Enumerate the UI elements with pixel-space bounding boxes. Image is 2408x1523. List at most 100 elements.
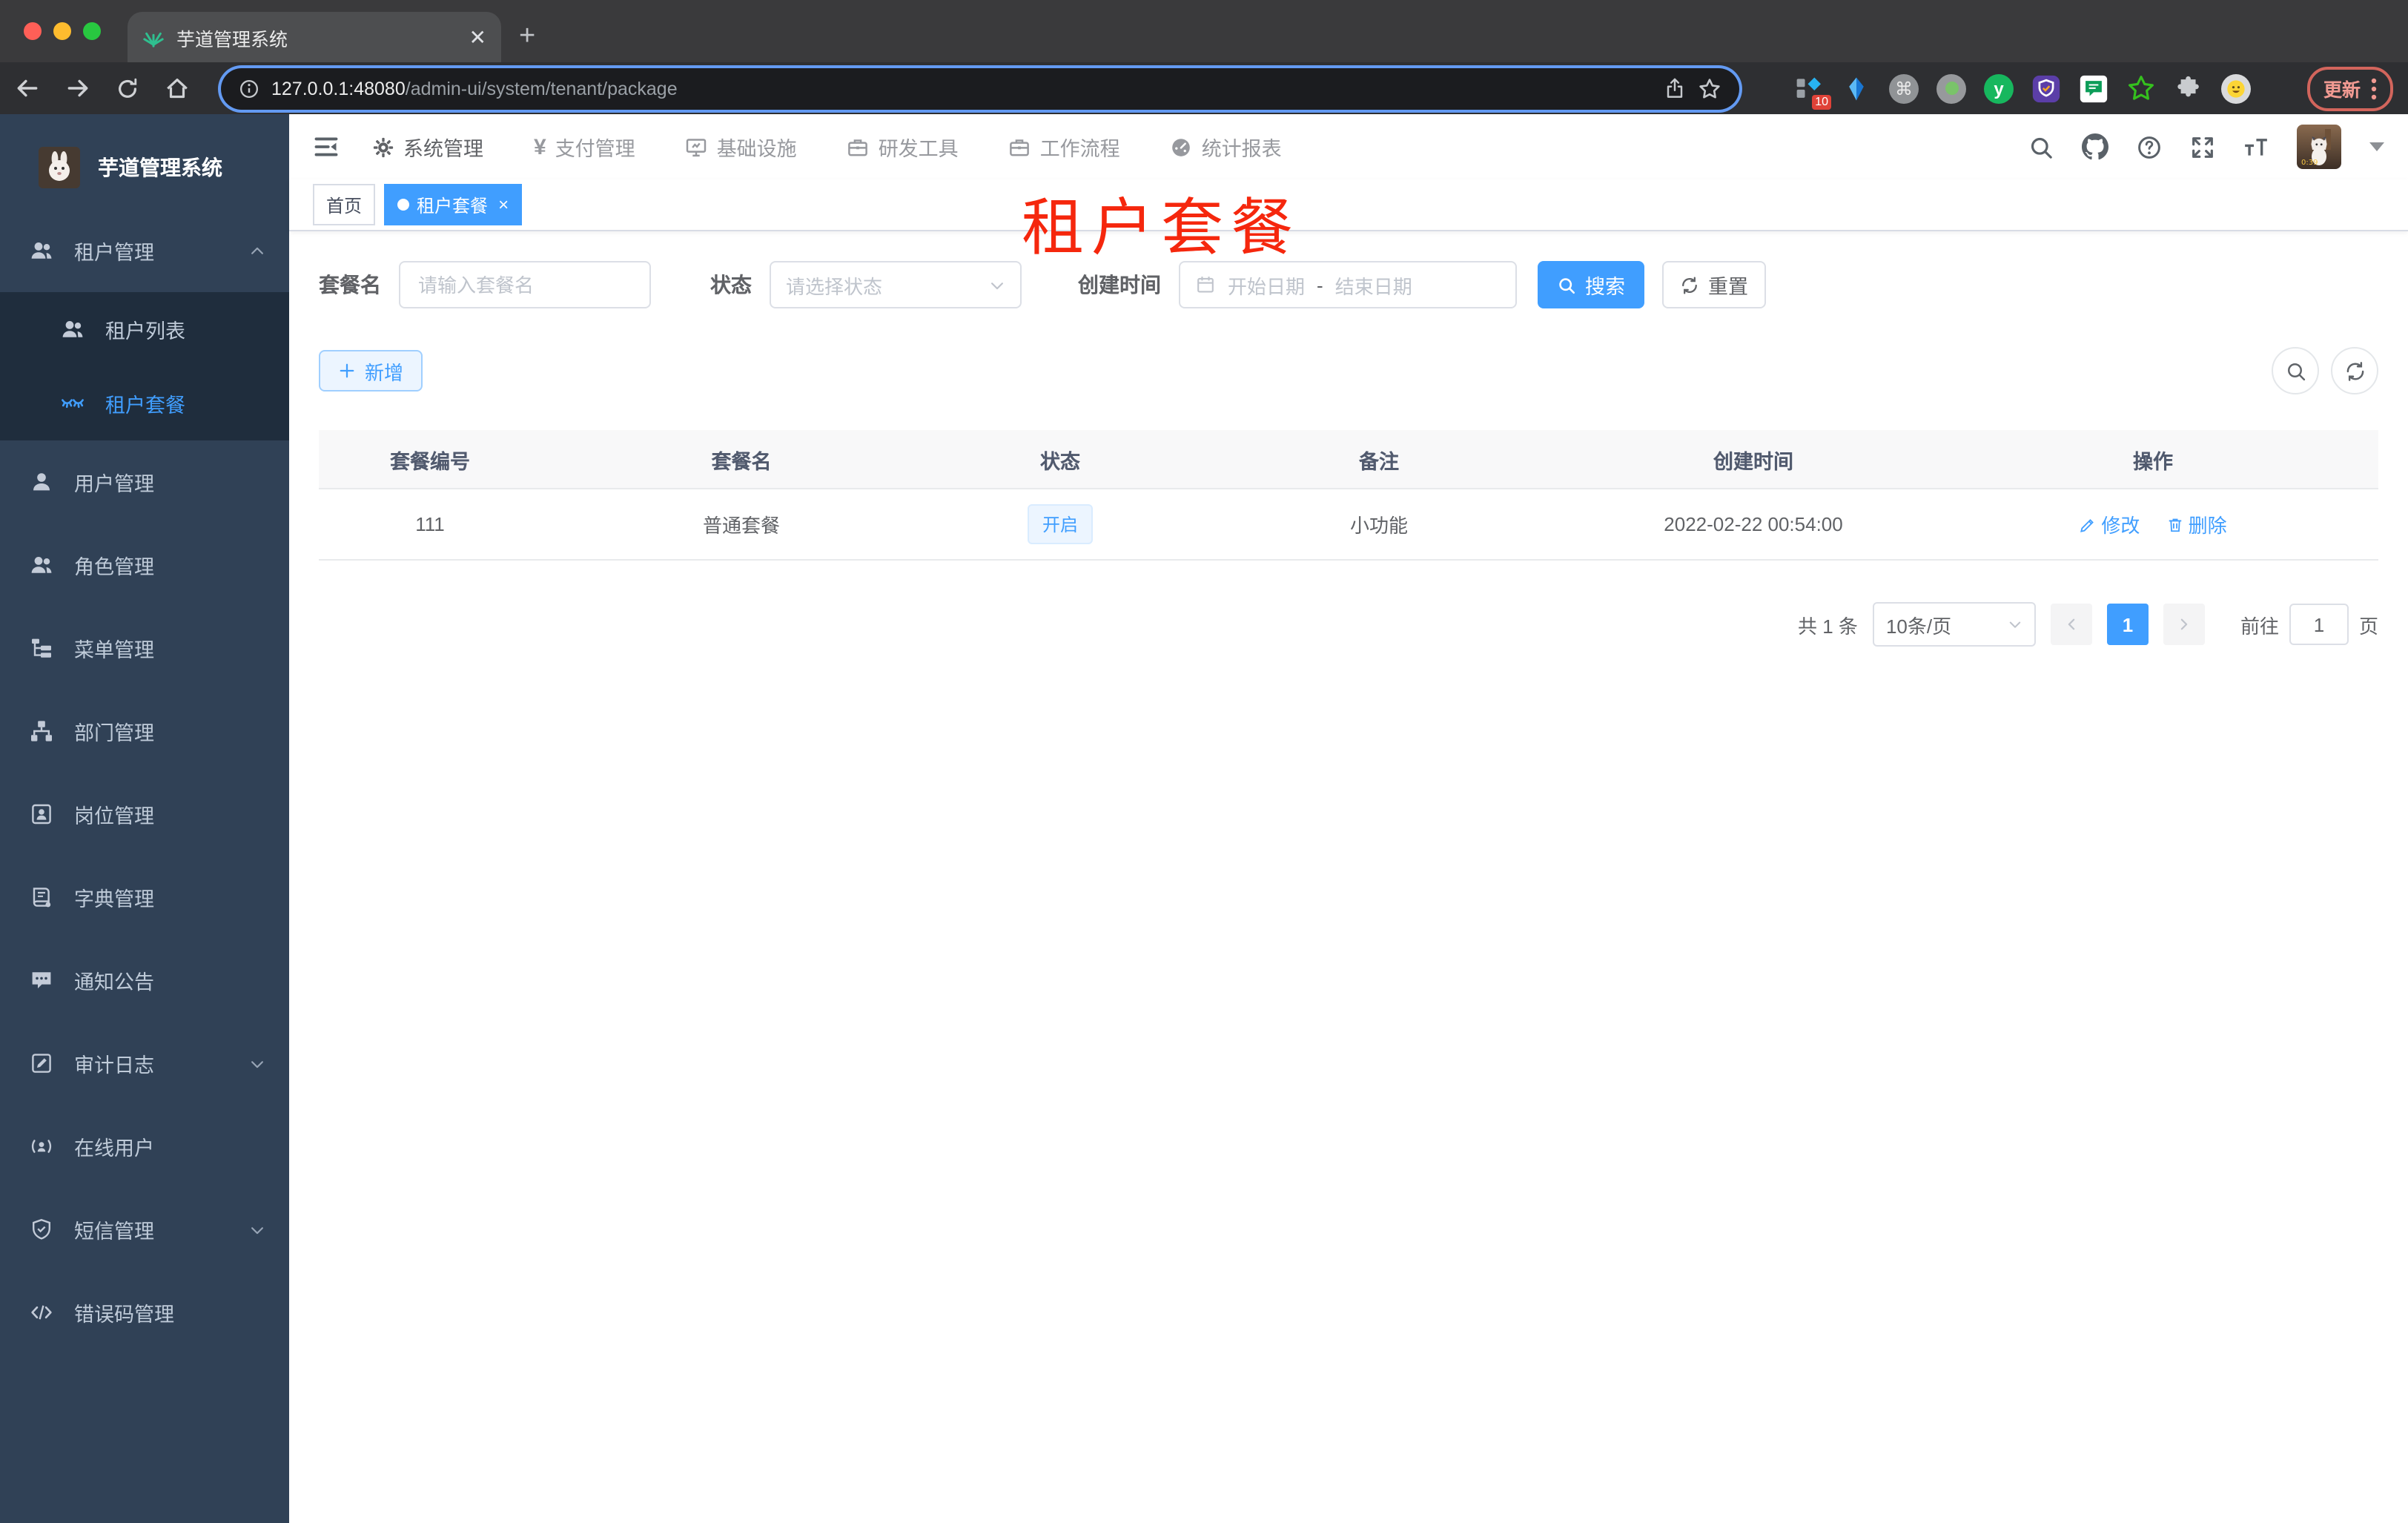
goto-label: 前往 [2240, 615, 2279, 637]
navbar-actions: 0:39 [2028, 125, 2384, 169]
github-icon[interactable] [2082, 133, 2108, 160]
top-menu-system[interactable]: 系统管理 [372, 132, 483, 162]
status-select[interactable]: 请选择状态 [770, 261, 1022, 308]
tag-tenant-package[interactable]: 租户套餐 × [384, 184, 523, 225]
goto-page-input[interactable] [2289, 604, 2349, 645]
tag-home[interactable]: 首页 [313, 184, 376, 225]
new-tab-button[interactable]: + [519, 21, 535, 53]
sidebar-collapse-icon[interactable] [313, 133, 340, 160]
package-name-input[interactable] [399, 261, 651, 308]
top-menu-workflow[interactable]: 工作流程 [1009, 132, 1120, 162]
top-menu-dev-tools[interactable]: 研发工具 [847, 132, 959, 162]
sidebar-item-label: 租户套餐 [105, 394, 185, 417]
sidebar-item-department-management[interactable]: 部门管理 [0, 690, 289, 773]
sidebar-item-tenant-list[interactable]: 租户列表 [0, 292, 289, 366]
sidebar-item-audit-log[interactable]: 审计日志 [0, 1022, 289, 1105]
top-menu: 系统管理 ¥ 支付管理 基础设施 研发工具 工作流程 统计报表 [372, 132, 1282, 162]
extensions-bar: 10 ⌘ y [1793, 72, 2252, 109]
page-size-select[interactable]: 10条/页 [1872, 602, 2036, 647]
bookmark-star-icon[interactable] [1698, 76, 1721, 100]
share-icon[interactable] [1664, 77, 1686, 99]
sidebar-item-online-users[interactable]: 在线用户 [0, 1105, 289, 1188]
current-page-button[interactable]: 1 [2106, 604, 2149, 645]
fullscreen-icon[interactable] [2190, 134, 2215, 159]
sidebar-item-sms-management[interactable]: 短信管理 [0, 1188, 289, 1271]
filter-form: 套餐名 状态 请选择状态 创建时间 开始日期 - 结束日期 [319, 261, 2378, 308]
extension-kite-icon[interactable] [1840, 72, 1873, 105]
sidebar-item-label: 用户管理 [74, 473, 154, 495]
sidebar-menu: 租户管理 租户列表 租户套餐 用户管理 角色管理 菜单管理 部门管理 岗位管理 … [0, 209, 289, 1354]
app-logo[interactable]: 芋道管理系统 [0, 114, 289, 209]
refresh-icon [1682, 276, 1697, 294]
sidebar-item-tenant-package[interactable]: 租户套餐 [0, 366, 289, 440]
forward-icon[interactable] [65, 76, 90, 101]
page-unit-label: 页 [2358, 615, 2378, 637]
code-icon [30, 1301, 53, 1324]
sidebar-item-notice[interactable]: 通知公告 [0, 939, 289, 1022]
address-bar[interactable]: 127.0.0.1:48080 /admin-ui/system/tenant/… [221, 67, 1739, 109]
badge-icon [30, 802, 53, 826]
extension-chat-icon[interactable] [2077, 72, 2110, 105]
cell-package-name: 普通套餐 [541, 489, 942, 561]
sidebar-item-label: 短信管理 [74, 1220, 154, 1243]
plus-icon [340, 363, 354, 378]
tag-close-icon[interactable]: × [498, 194, 509, 215]
sidebar-item-error-code[interactable]: 错误码管理 [0, 1271, 289, 1354]
browser-menu-icon[interactable] [2371, 76, 2377, 100]
search-button-label: 搜索 [1585, 276, 1625, 298]
browser-tab[interactable]: 芋道管理系统 ✕ [128, 12, 501, 62]
next-page-button[interactable] [2163, 604, 2205, 645]
search-icon[interactable] [2028, 134, 2054, 159]
edit-link[interactable]: 修改 [2079, 510, 2140, 538]
sidebar-item-user-management[interactable]: 用户管理 [0, 440, 289, 523]
extension-record-icon[interactable] [1935, 72, 1968, 105]
add-button[interactable]: 新增 [319, 350, 423, 392]
user-avatar[interactable]: 0:39 [2297, 125, 2341, 169]
column-header: 状态 [942, 430, 1179, 489]
extension-blocks-icon[interactable]: 10 [1793, 72, 1831, 109]
date-filter-label: 创建时间 [1078, 273, 1161, 297]
sidebar-item-role-management[interactable]: 角色管理 [0, 523, 289, 607]
minimize-window-button[interactable] [53, 22, 71, 40]
date-range-picker[interactable]: 开始日期 - 结束日期 [1179, 261, 1517, 308]
sidebar-item-dict-management[interactable]: 字典管理 [0, 856, 289, 939]
sidebar-submenu-tenant: 租户列表 租户套餐 [0, 292, 289, 440]
zoom-window-button[interactable] [83, 22, 101, 40]
show-search-button[interactable] [2272, 347, 2319, 394]
extension-shield-icon[interactable] [2030, 72, 2063, 105]
help-icon[interactable] [2137, 134, 2162, 159]
extension-badge: 10 [1812, 94, 1831, 109]
refresh-table-button[interactable] [2331, 347, 2378, 394]
profile-avatar[interactable] [2220, 72, 2252, 105]
reset-button[interactable]: 重置 [1662, 261, 1766, 308]
page-overlay-title: 租户套餐 [1022, 193, 1301, 262]
browser-update-chip[interactable]: 更新 [2306, 66, 2393, 110]
extension-star-icon[interactable] [2125, 72, 2157, 105]
chevron-down-icon [991, 282, 1003, 289]
prev-page-button[interactable] [2050, 604, 2092, 645]
chevron-down-icon[interactable] [2369, 142, 2384, 151]
sidebar-item-menu-management[interactable]: 菜单管理 [0, 607, 289, 690]
page-content: 套餐名 状态 请选择状态 创建时间 开始日期 - 结束日期 [289, 231, 2408, 676]
top-menu-payment[interactable]: ¥ 支付管理 [534, 132, 635, 162]
extensions-puzzle-icon[interactable] [2172, 72, 2205, 105]
extension-y-icon[interactable]: y [1982, 72, 2015, 105]
delete-link[interactable]: 删除 [2166, 510, 2227, 538]
back-icon[interactable] [15, 76, 40, 101]
tab-close-icon[interactable]: ✕ [469, 24, 486, 50]
sidebar-item-post-management[interactable]: 岗位管理 [0, 773, 289, 856]
search-button[interactable]: 搜索 [1538, 261, 1644, 308]
table-row[interactable]: 111 普通套餐 开启 小功能 2022-02-22 00:54:00 修改 删… [319, 489, 2378, 561]
reload-icon[interactable] [116, 76, 139, 100]
close-window-button[interactable] [24, 22, 42, 40]
font-size-icon[interactable] [2243, 134, 2269, 159]
top-menu-infrastructure[interactable]: 基础设施 [686, 132, 797, 162]
top-menu-report[interactable]: 统计报表 [1171, 132, 1282, 162]
site-info-icon[interactable] [239, 78, 259, 99]
extension-command-icon[interactable]: ⌘ [1888, 72, 1920, 105]
home-icon[interactable] [165, 76, 190, 101]
data-table: 套餐编号 套餐名 状态 备注 创建时间 操作 111 普通套餐 开启 小功能 2… [319, 430, 2378, 561]
main-area: 系统管理 ¥ 支付管理 基础设施 研发工具 工作流程 统计报表 0:39 首页 … [289, 114, 2408, 1523]
sidebar-item-label: 租户管理 [74, 242, 154, 264]
sidebar-item-tenant-management[interactable]: 租户管理 [0, 209, 289, 292]
